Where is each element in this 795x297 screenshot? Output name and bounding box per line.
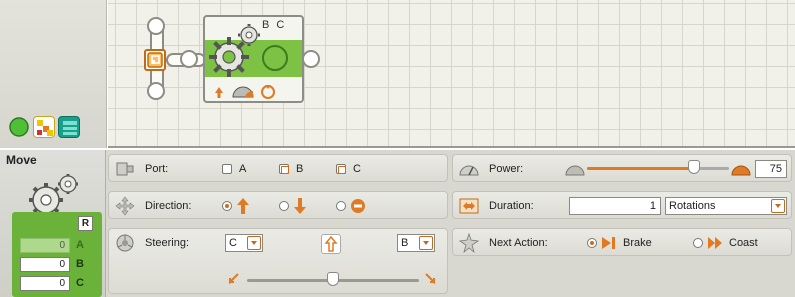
- readout-port-letter: A: [76, 239, 84, 251]
- brake-radio[interactable]: [587, 238, 597, 248]
- coast-icon: [708, 237, 722, 249]
- port-icon: [116, 162, 134, 176]
- steering-setting: Steering: C B: [108, 228, 448, 294]
- sequence-wire-port[interactable]: [180, 50, 198, 68]
- port-c-label: C: [353, 163, 361, 175]
- power-label: Power:: [489, 163, 524, 175]
- power-slider-thumb[interactable]: [687, 160, 700, 174]
- port-label: Port:: [145, 163, 169, 175]
- configuration-panel: Move R 0 A 0 B 0 C Port: A B C Direction…: [0, 150, 795, 297]
- direction-up-icon: [215, 87, 223, 98]
- power-slider-track[interactable]: [587, 167, 729, 170]
- power-low-icon: [565, 165, 585, 176]
- common-palette-tab[interactable]: [8, 116, 30, 138]
- readout-port-letter: C: [76, 277, 84, 289]
- port-setting: Port: A B C: [108, 154, 448, 182]
- steering-right-port-value: B: [401, 237, 409, 249]
- port-b-checkbox[interactable]: [279, 164, 289, 174]
- readout-row-a: 0 A: [20, 238, 92, 254]
- brake-icon: [602, 237, 615, 249]
- port-a-label: A: [239, 163, 247, 175]
- steering-wheel-icon: [116, 234, 134, 252]
- steering-center-button[interactable]: [321, 234, 341, 254]
- complete-palette-tab[interactable]: [33, 116, 55, 138]
- direction-backward-radio[interactable]: [279, 201, 289, 211]
- duration-unit-value: Rotations: [669, 200, 716, 212]
- duration-rotations-icon: [261, 85, 275, 99]
- readout-row-c: 0 C: [20, 276, 92, 292]
- duration-icon: [459, 198, 479, 214]
- next-action-icon: [459, 233, 479, 253]
- next-action-label: Next Action:: [489, 237, 548, 249]
- sequence-out-port[interactable]: [302, 50, 320, 68]
- data-plug-bottom[interactable]: [147, 82, 165, 100]
- direction-setting: Direction:: [108, 191, 448, 219]
- duration-value-input[interactable]: 1: [569, 197, 661, 215]
- steering-left-port-value: C: [229, 237, 237, 249]
- chevron-down-icon: [247, 236, 261, 250]
- down-arrow-icon: [294, 198, 306, 214]
- stop-icon: [351, 199, 365, 213]
- steer-left-icon: [229, 273, 239, 285]
- direction-label: Direction:: [145, 200, 192, 212]
- custom-palette-icon: [63, 121, 77, 135]
- power-setting: Power: 75: [452, 154, 792, 182]
- start-block[interactable]: [144, 49, 166, 71]
- complete-palette-icon: [37, 120, 53, 136]
- steering-left-port-select[interactable]: C: [225, 234, 263, 252]
- power-slider-fill: [587, 167, 694, 170]
- up-arrow-icon: [237, 198, 249, 214]
- readout-port-letter: B: [76, 258, 84, 270]
- port-c-checkbox[interactable]: [336, 164, 346, 174]
- direction-icon: [115, 196, 135, 216]
- readout-value: 0: [20, 257, 70, 272]
- duration-unit-select[interactable]: Rotations: [665, 197, 787, 215]
- direction-stop-radio[interactable]: [336, 201, 346, 211]
- start-block-icon: [147, 52, 163, 68]
- move-block-graphics: [209, 24, 288, 99]
- duration-setting: Duration: 1 Rotations: [452, 191, 792, 219]
- up-arrow-icon: [324, 235, 338, 252]
- block-title: Move: [6, 153, 37, 167]
- next-action-setting: Next Action: Brake Coast: [452, 228, 792, 256]
- reset-feedback-button[interactable]: R: [78, 216, 93, 231]
- chevron-down-icon: [419, 236, 433, 250]
- port-b-label: B: [296, 163, 304, 175]
- block-info-area: Move R 0 A 0 B 0 C: [0, 150, 106, 297]
- steering-label: Steering:: [145, 237, 190, 249]
- motor-feedback-readout: R 0 A 0 B 0 C: [12, 212, 102, 297]
- duration-label: Duration:: [489, 200, 534, 212]
- move-block[interactable]: B C: [203, 15, 304, 103]
- power-value-input[interactable]: 75: [755, 160, 787, 178]
- data-plug-top[interactable]: [147, 17, 165, 35]
- programming-palette: [0, 0, 107, 148]
- direction-forward-radio[interactable]: [222, 201, 232, 211]
- coast-radio[interactable]: [693, 238, 703, 248]
- coast-label: Coast: [729, 237, 758, 249]
- port-a-checkbox[interactable]: [222, 164, 232, 174]
- custom-palette-tab[interactable]: [58, 116, 80, 138]
- brake-label: Brake: [623, 237, 652, 249]
- chevron-down-icon: [771, 199, 785, 213]
- power-high-icon: [731, 165, 751, 176]
- steering-right-port-select[interactable]: B: [397, 234, 435, 252]
- readout-row-b: 0 B: [20, 257, 92, 273]
- power-gauge-icon: [232, 86, 254, 98]
- readout-value: 0: [20, 276, 70, 291]
- power-gauge-icon: [459, 165, 479, 176]
- gear-icon: [209, 37, 249, 77]
- steer-right-icon: [425, 273, 435, 285]
- steering-slider-thumb[interactable]: [327, 272, 339, 286]
- readout-value: 0: [20, 238, 70, 253]
- program-area: B C: [0, 0, 795, 148]
